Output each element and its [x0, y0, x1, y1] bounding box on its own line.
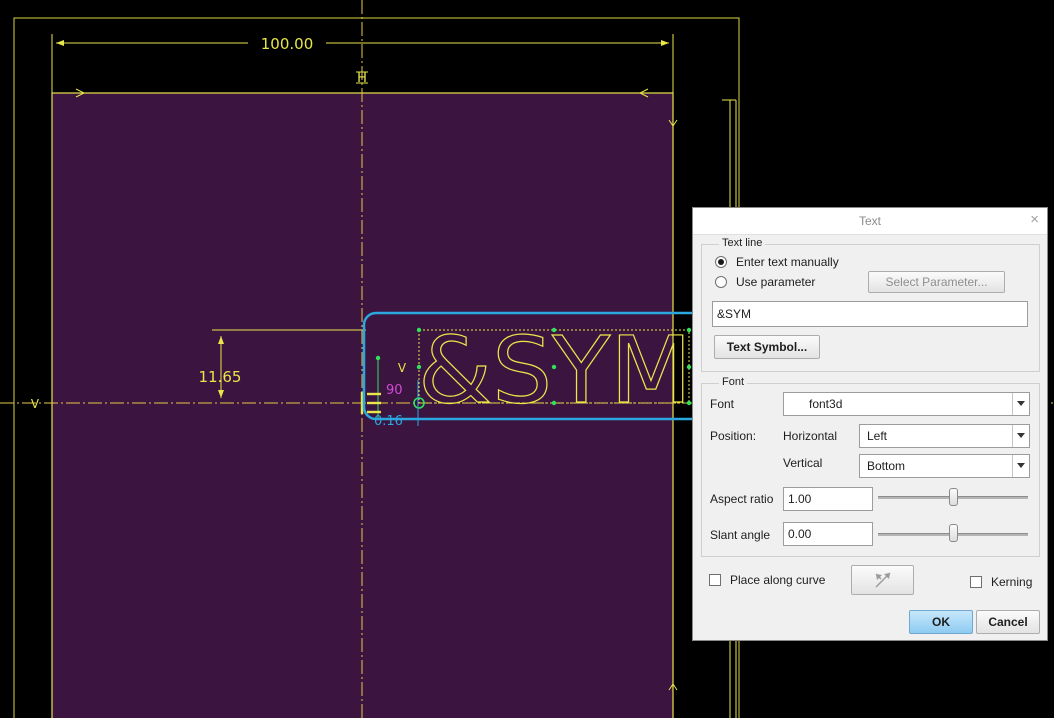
- slant-angle-slider-thumb[interactable]: [949, 524, 958, 542]
- slant-angle-label: Slant angle: [710, 528, 771, 542]
- vertical-select-value: Bottom: [867, 459, 906, 473]
- text-input[interactable]: &SYM: [712, 301, 1028, 327]
- position-label: Position:: [710, 429, 757, 443]
- horizontal-constraint-marker: H: [357, 71, 367, 86]
- flip-curve-button[interactable]: [851, 565, 914, 595]
- use-parameter-radio[interactable]: [715, 276, 727, 288]
- chevron-down-icon[interactable]: [1012, 425, 1029, 447]
- enter-text-manually-label[interactable]: Enter text manually: [736, 255, 839, 269]
- ok-button[interactable]: OK: [909, 610, 973, 634]
- vertical-constraint-marker-left: V: [31, 397, 40, 411]
- use-parameter-label[interactable]: Use parameter: [736, 275, 815, 289]
- aspect-ratio-label: Aspect ratio: [710, 492, 774, 506]
- font-select[interactable]: font3d: [783, 392, 1030, 416]
- aspect-ratio-input[interactable]: 1.00: [783, 487, 873, 511]
- height-dimension-value[interactable]: 11.65: [199, 368, 242, 386]
- chevron-down-icon[interactable]: [1012, 455, 1029, 477]
- chevron-down-icon[interactable]: [1012, 393, 1029, 415]
- dialog-title: Text: [858, 214, 881, 228]
- place-along-curve-label[interactable]: Place along curve: [730, 573, 825, 587]
- vertical-label: Vertical: [783, 456, 823, 470]
- close-icon[interactable]: ×: [1030, 211, 1039, 228]
- aspect-ratio-slider-thumb[interactable]: [949, 488, 958, 506]
- cancel-button[interactable]: Cancel: [976, 610, 1040, 634]
- kerning-checkbox[interactable]: [970, 576, 982, 588]
- text-dialog[interactable]: Text × Text line Enter text manually Use…: [692, 207, 1048, 641]
- horizontal-label: Horizontal: [783, 429, 838, 443]
- angle-dimension-2[interactable]: 0.16: [374, 414, 403, 429]
- font-label: Font: [710, 397, 735, 411]
- flip-arrow-icon: [875, 572, 890, 588]
- dialog-title-bar[interactable]: Text ×: [693, 208, 1047, 235]
- horizontal-select[interactable]: Left: [859, 424, 1030, 448]
- slant-angle-input[interactable]: 0.00: [783, 522, 873, 546]
- text-symbol-button[interactable]: Text Symbol...: [714, 335, 820, 359]
- enter-text-manually-radio[interactable]: [715, 256, 727, 268]
- horizontal-select-value: Left: [867, 429, 888, 443]
- font-group-label: Font: [719, 376, 748, 388]
- font-select-value: font3d: [809, 397, 843, 411]
- vertical-select[interactable]: Bottom: [859, 454, 1030, 478]
- sketch-text-outline[interactable]: &SYM: [417, 316, 692, 424]
- place-along-curve-checkbox[interactable]: [709, 574, 721, 586]
- width-dimension-value[interactable]: 100.00: [261, 35, 314, 53]
- vertical-constraint-marker-text: V: [398, 361, 407, 375]
- angle-dimension-1[interactable]: 90: [386, 383, 403, 398]
- select-parameter-button[interactable]: Select Parameter...: [868, 271, 1005, 293]
- text-line-group-label: Text line: [719, 237, 766, 249]
- kerning-label[interactable]: Kerning: [991, 575, 1032, 589]
